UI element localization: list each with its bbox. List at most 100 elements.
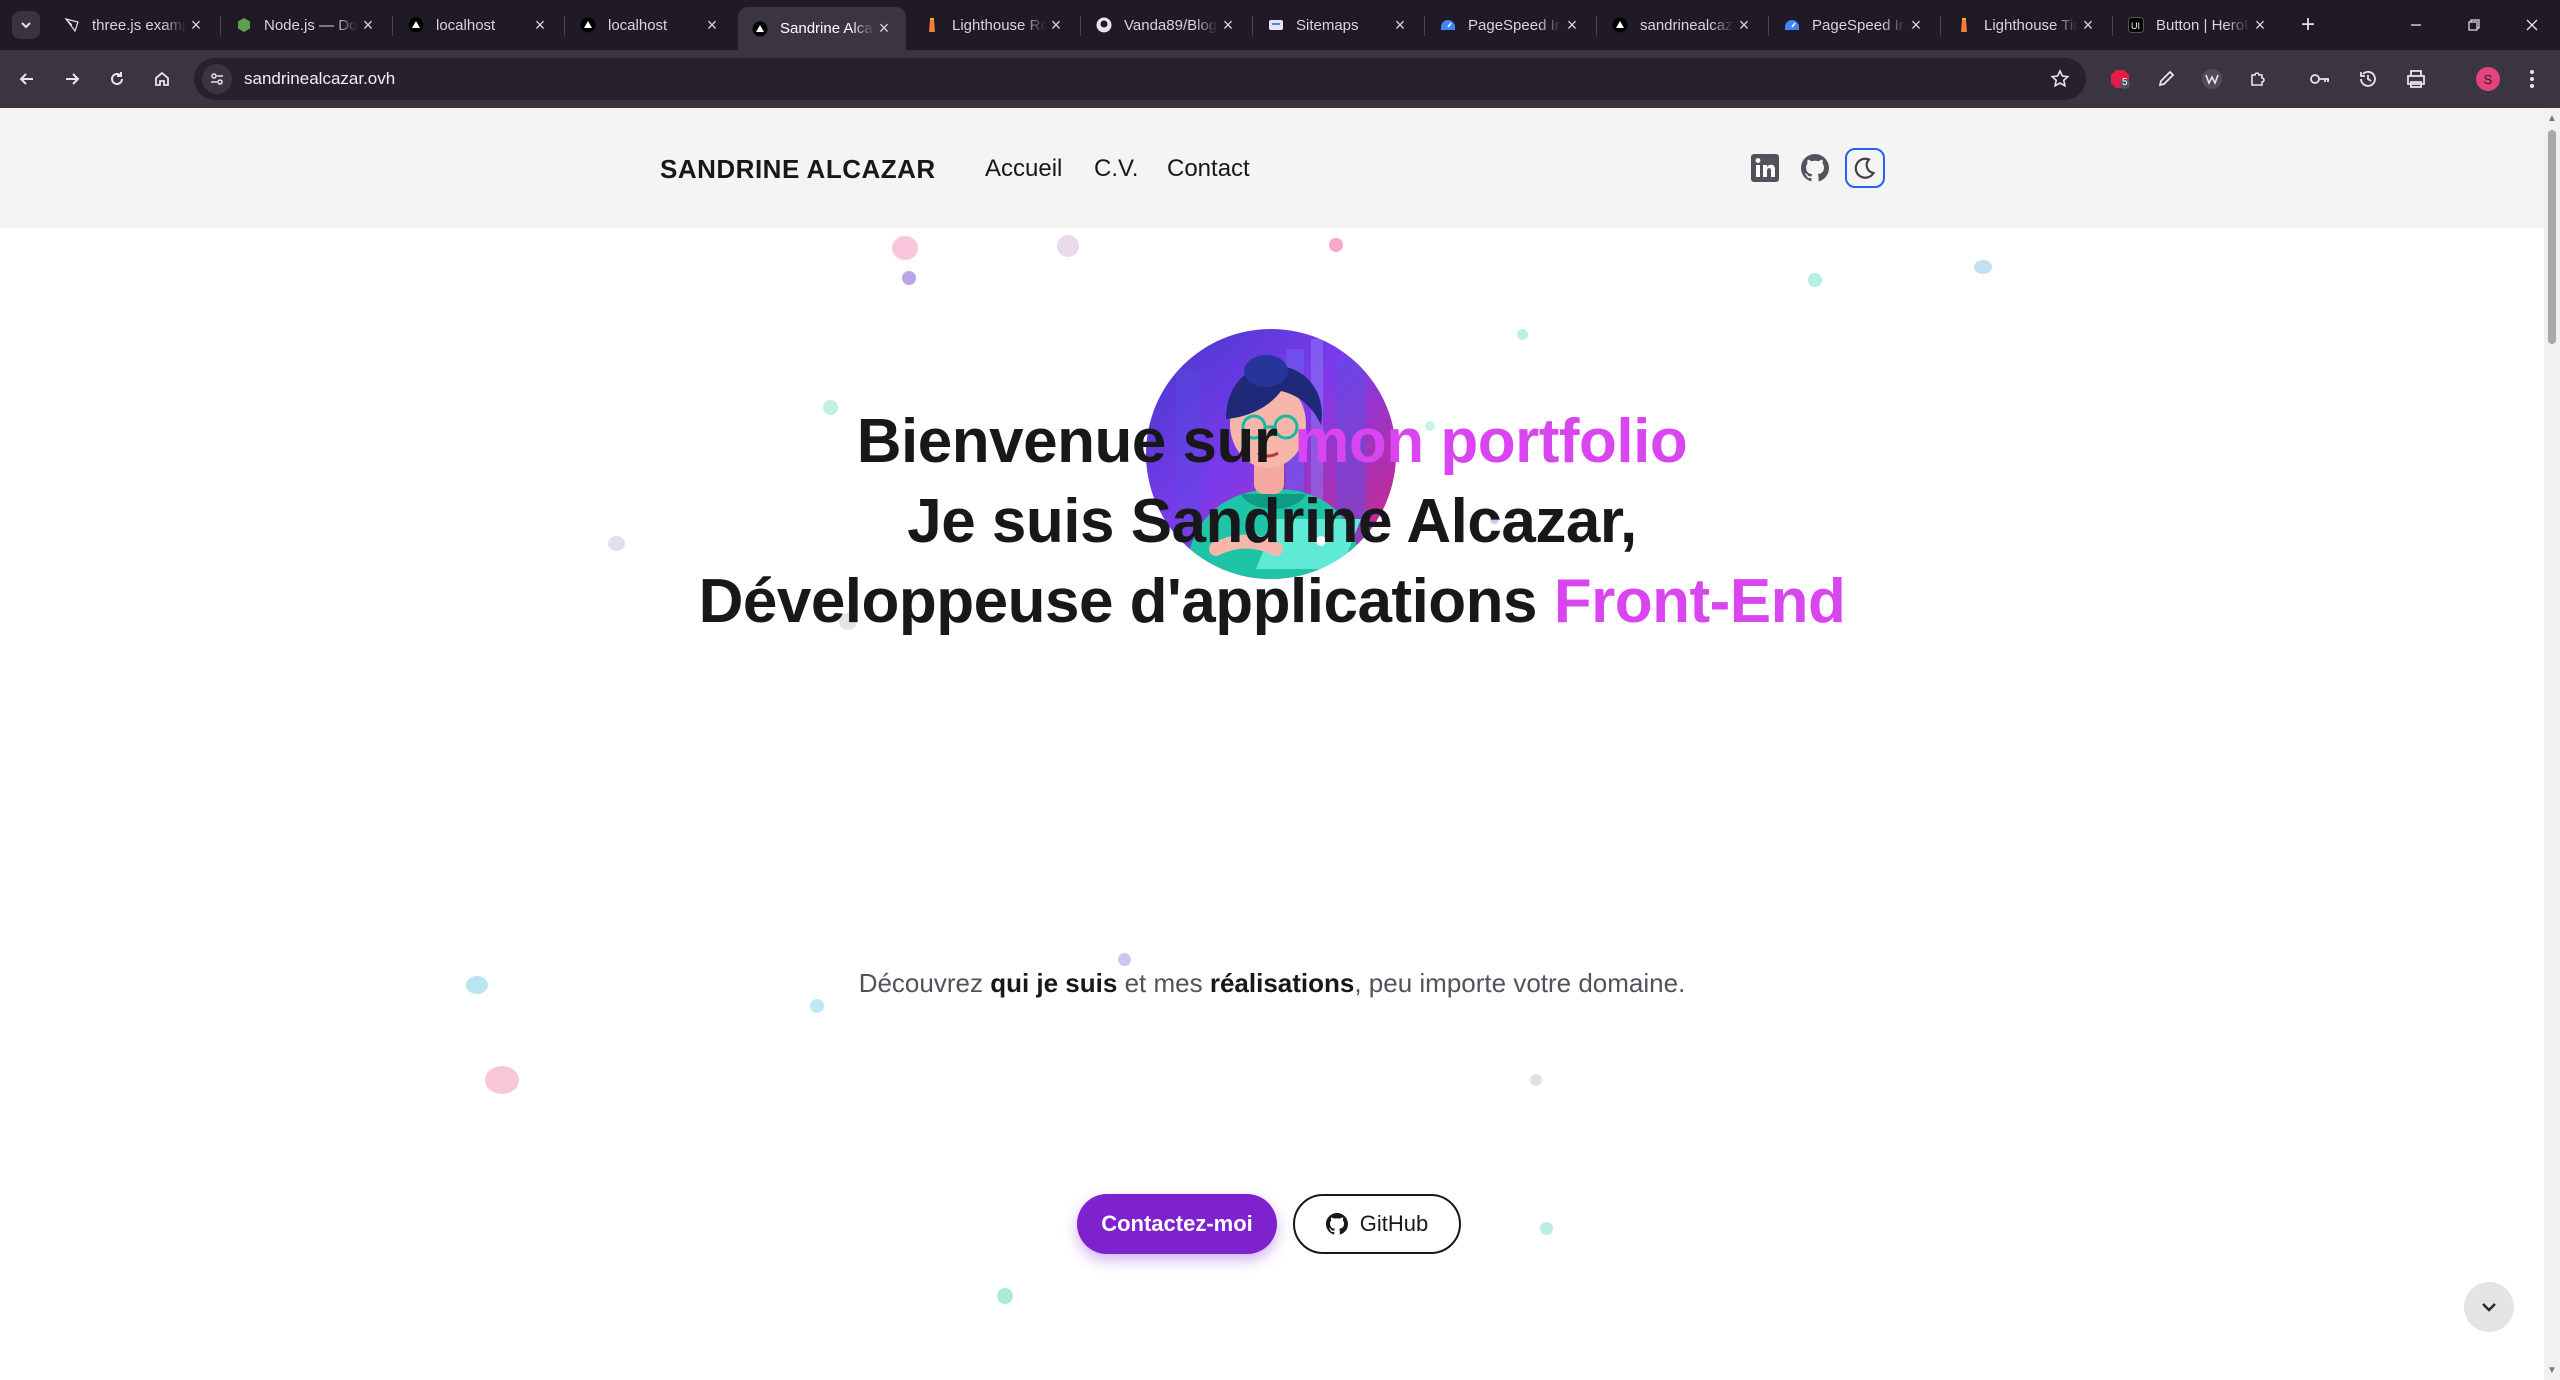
- decorative-particle: [997, 1288, 1013, 1304]
- tab-title: sandrinealcazar: [1640, 16, 1734, 34]
- tab-close-icon[interactable]: ×: [702, 15, 722, 35]
- wappalyzer-icon: [2202, 69, 2222, 89]
- tab-separator: [1940, 16, 1941, 36]
- forward-button[interactable]: [55, 62, 89, 96]
- browser-tab[interactable]: Node.js — Download×: [222, 7, 390, 43]
- linkedin-link[interactable]: [1748, 151, 1782, 185]
- browser-menu-button[interactable]: [2518, 65, 2546, 93]
- scroll-down-arrow[interactable]: ▼: [2544, 1362, 2560, 1378]
- print-button[interactable]: [2402, 65, 2430, 93]
- tab-separator: [1080, 16, 1081, 36]
- tab-title: Lighthouse Report: [952, 16, 1046, 34]
- github-button-label: GitHub: [1359, 1211, 1429, 1236]
- restore-button[interactable]: [2446, 0, 2502, 50]
- puzzle-icon: [2251, 72, 2265, 86]
- browser-tab[interactable]: PageSpeed Insights×: [1770, 7, 1938, 43]
- github-link[interactable]: [1798, 151, 1832, 185]
- browser-tab[interactable]: localhost ×: [566, 7, 734, 43]
- nav-link-contact[interactable]: Contact: [1167, 155, 1250, 183]
- tab-close-icon[interactable]: ×: [1734, 15, 1754, 35]
- tab-close-icon[interactable]: ×: [1906, 15, 1926, 35]
- address-bar[interactable]: sandrinealcazar.ovh: [194, 58, 2086, 100]
- headline-line-1: Bienvenue sur mon portfolio: [0, 406, 2544, 477]
- new-tab-button[interactable]: +: [2294, 11, 2322, 39]
- browser-tab[interactable]: Lighthouse Report×: [910, 7, 1078, 43]
- nav-link-accueil[interactable]: Accueil: [985, 155, 1062, 183]
- tab-close-icon[interactable]: ×: [2250, 15, 2270, 35]
- tab-title: localhost: [608, 16, 668, 34]
- tab-close-icon[interactable]: ×: [2078, 15, 2098, 35]
- page-scrollbar[interactable]: ▲ ▼: [2544, 108, 2560, 1380]
- profile-button[interactable]: S: [2474, 65, 2502, 93]
- reload-button[interactable]: [100, 62, 134, 96]
- site-brand[interactable]: SANDRINE ALCAZAR: [660, 154, 936, 185]
- restore-icon: [2468, 19, 2480, 31]
- arrow-right-icon: [66, 73, 80, 85]
- url-text[interactable]: sandrinealcazar.ovh: [244, 69, 395, 89]
- history-icon: [2360, 71, 2376, 87]
- triangle-icon: [1610, 15, 1630, 35]
- tab-close-icon[interactable]: ×: [1046, 15, 1066, 35]
- history-button[interactable]: [2354, 65, 2382, 93]
- decorative-particle: [485, 1066, 519, 1094]
- password-manager-button[interactable]: [2306, 65, 2334, 93]
- tab-close-icon[interactable]: ×: [1390, 15, 1410, 35]
- extension-button-wappalyzer[interactable]: [2198, 65, 2226, 93]
- browser-tab[interactable]: UI Button | HeroUI ×: [2114, 7, 2282, 43]
- arrow-left-icon: [19, 73, 33, 85]
- back-button[interactable]: [10, 62, 44, 96]
- profile-avatar: S: [2476, 67, 2500, 91]
- theme-toggle-button[interactable]: [1845, 148, 1885, 188]
- triangle-icon: [578, 15, 598, 35]
- tab-title: Button | HeroUI: [2156, 16, 2250, 34]
- site-info-button[interactable]: [202, 64, 232, 94]
- scroll-up-arrow[interactable]: ▲: [2544, 110, 2560, 126]
- extensions-button[interactable]: [2244, 65, 2272, 93]
- subtitle-bold-text: réalisations: [1209, 968, 1355, 998]
- web-page: SANDRINE ALCAZAR Accueil C.V. Contact Bi…: [0, 108, 2544, 1380]
- minimize-button[interactable]: [2388, 0, 2444, 50]
- browser-tab[interactable]: Sitemaps ×: [1254, 7, 1422, 43]
- nav-link-cv[interactable]: C.V.: [1094, 155, 1138, 183]
- extension-button-abp[interactable]: 5: [2106, 65, 2134, 93]
- subtitle-bold-text: qui je suis: [990, 968, 1118, 998]
- browser-tab[interactable]: PageSpeed Insights×: [1426, 7, 1594, 43]
- tab-close-icon[interactable]: ×: [1218, 15, 1238, 35]
- printer-icon: [2407, 70, 2425, 88]
- lighthouse-icon: [1954, 15, 1974, 35]
- decorative-particle: [902, 271, 916, 285]
- chevron-down-icon: [21, 22, 31, 29]
- tab-close-icon[interactable]: ×: [358, 15, 378, 35]
- github-icon: [1094, 15, 1114, 35]
- extension-button-picker[interactable]: [2152, 65, 2180, 93]
- browser-tab[interactable]: localhost ×: [394, 7, 562, 43]
- triangle-icon: [750, 19, 770, 39]
- headline-accent-text: mon portfolio: [1294, 407, 1688, 476]
- tab-close-icon[interactable]: ×: [1562, 15, 1582, 35]
- tab-close-icon[interactable]: ×: [874, 18, 894, 39]
- scrollbar-thumb[interactable]: [2548, 130, 2556, 344]
- tab-title: three.js examples: [92, 16, 186, 34]
- github-button[interactable]: GitHub: [1293, 1194, 1461, 1254]
- decorative-particle: [892, 236, 918, 260]
- triangle-icon: [406, 15, 426, 35]
- bookmark-star-button[interactable]: [2048, 67, 2072, 91]
- browser-tab[interactable]: Lighthouse Timespan×: [1942, 7, 2110, 43]
- close-window-button[interactable]: [2504, 0, 2560, 50]
- scroll-down-button[interactable]: [2464, 1282, 2514, 1332]
- browser-tab[interactable]: Sandrine Alcazar×: [738, 7, 906, 50]
- svg-text:UI: UI: [2131, 21, 2140, 31]
- decorative-particle: [1517, 329, 1528, 340]
- tab-close-icon[interactable]: ×: [186, 15, 206, 35]
- pagespeed-icon: [1438, 15, 1458, 35]
- home-button[interactable]: [145, 62, 179, 96]
- tab-title: Vanda89/Blog: [1124, 16, 1218, 34]
- tab-separator: [1596, 16, 1597, 36]
- browser-tab[interactable]: three.js examples×: [50, 7, 218, 43]
- browser-tab[interactable]: Vanda89/Blog ×: [1082, 7, 1250, 43]
- contact-button[interactable]: Contactez-moi: [1077, 1194, 1277, 1254]
- browser-tab[interactable]: sandrinealcazar×: [1598, 7, 1766, 43]
- decorative-particle: [1808, 273, 1822, 287]
- tab-close-icon[interactable]: ×: [530, 15, 550, 35]
- tab-search-button[interactable]: [12, 11, 40, 39]
